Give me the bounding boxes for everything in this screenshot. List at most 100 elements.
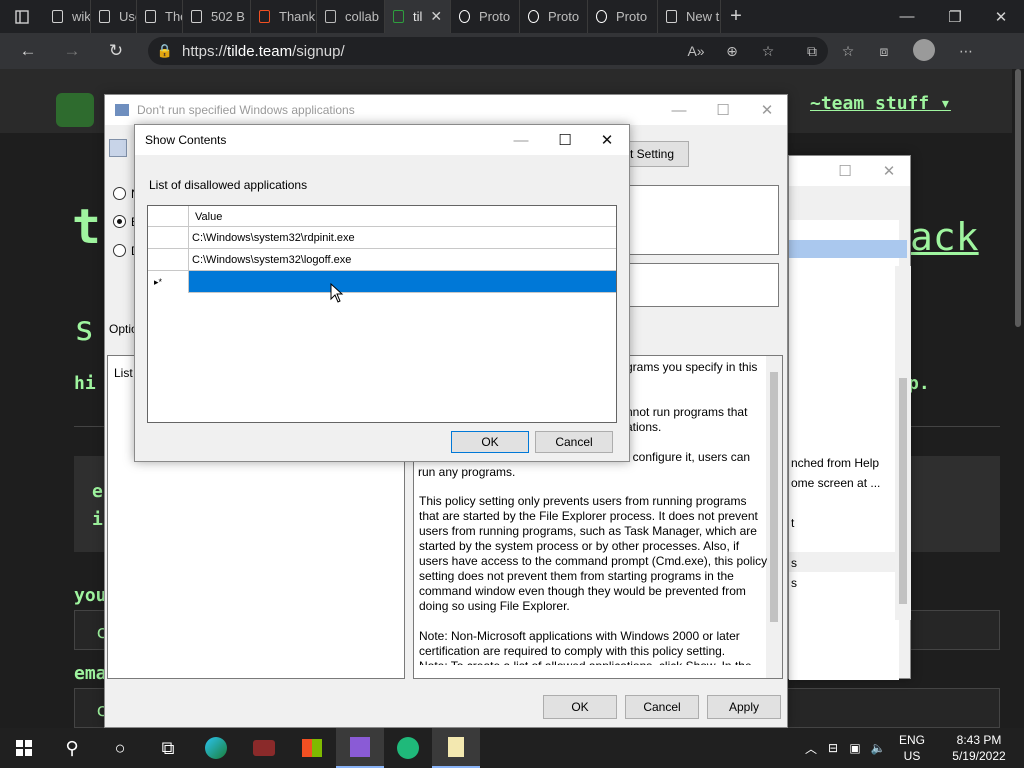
- previous-setting-button[interactable]: t Setting: [629, 141, 689, 167]
- browser-close-button[interactable]: ✕: [978, 0, 1024, 33]
- team-stuff-menu[interactable]: ~team stuff ▾: [810, 93, 951, 114]
- browser-tab[interactable]: Proto: [520, 0, 588, 33]
- background-window-scrollbar[interactable]: [895, 266, 911, 620]
- show-contents-minimize-button[interactable]: —: [499, 125, 543, 155]
- browser-minimize-button[interactable]: —: [884, 0, 930, 33]
- browser-tab[interactable]: til ✕: [385, 0, 451, 33]
- notification-center-button[interactable]: ▭ 2: [1020, 738, 1024, 758]
- background-window-selected-row[interactable]: [789, 240, 907, 258]
- show-contents-close-button[interactable]: ✕: [585, 125, 629, 155]
- language-indicator[interactable]: ENG US: [894, 732, 930, 764]
- clock[interactable]: 8:43 PM 5/19/2022: [938, 732, 1020, 764]
- task-view-icon: ⧉: [161, 737, 175, 758]
- back-button[interactable]: ←: [6, 33, 50, 69]
- policy-close-button[interactable]: ✕: [745, 95, 789, 125]
- tab-close-icon[interactable]: ✕: [430, 8, 442, 25]
- tray-chevron-icon[interactable]: ︿: [800, 740, 822, 757]
- policy-apply-button[interactable]: Apply: [707, 695, 781, 719]
- zoom-icon[interactable]: ⊕: [714, 43, 750, 60]
- tray-app-icon[interactable]: ▣: [844, 741, 866, 755]
- collections-icon[interactable]: ⧈: [866, 43, 902, 60]
- cortana-button[interactable]: ○: [96, 728, 144, 768]
- browser-tab[interactable]: Thank: [251, 0, 317, 33]
- start-button[interactable]: [0, 728, 48, 768]
- browser-tab[interactable]: Proto: [588, 0, 658, 33]
- page-icon: [189, 10, 203, 24]
- browser-tab[interactable]: 502 B: [183, 0, 251, 33]
- browser-tab[interactable]: The H: [137, 0, 183, 33]
- policy-minimize-button[interactable]: —: [657, 95, 701, 125]
- browser-tab[interactable]: User:: [91, 0, 137, 33]
- background-line-5: s: [791, 576, 797, 590]
- browser-tab[interactable]: wiki.h: [44, 0, 91, 33]
- background-line-2: ome screen at ...: [791, 476, 881, 490]
- taskbar-edge[interactable]: [192, 728, 240, 768]
- grid-column-header-value[interactable]: Value: [189, 206, 222, 227]
- browser-tab[interactable]: collab: [317, 0, 385, 33]
- grid-new-row-header[interactable]: ▸*: [148, 271, 189, 293]
- show-contents-cancel-button[interactable]: Cancel: [535, 431, 613, 453]
- forward-button[interactable]: →: [50, 33, 94, 69]
- browser-tab[interactable]: New t: [658, 0, 721, 33]
- tab-actions-button[interactable]: [0, 0, 44, 33]
- radio-not-configured[interactable]: [113, 187, 126, 200]
- grid-row-header[interactable]: [148, 249, 189, 271]
- minimize-icon: —: [513, 131, 529, 149]
- browser-tab[interactable]: Proto: [451, 0, 520, 33]
- show-contents-title: Show Contents: [145, 133, 227, 147]
- policy-maximize-button[interactable]: ☐: [701, 95, 745, 125]
- search-button[interactable]: ⚲: [48, 728, 96, 768]
- taskbar-app-red[interactable]: [240, 728, 288, 768]
- grid-new-row-cell[interactable]: [189, 271, 616, 293]
- taskbar-store[interactable]: [288, 728, 336, 768]
- taskbar-notepad[interactable]: [432, 728, 480, 768]
- user-icon: [526, 10, 540, 24]
- maximize-icon: ☐: [716, 102, 730, 119]
- help-line-4: t configure it, users can: [626, 450, 751, 464]
- new-tab-button[interactable]: +: [721, 5, 751, 28]
- page-heading-link-fragment[interactable]: ack: [910, 215, 979, 259]
- policy-setting-icon: [109, 139, 127, 157]
- background-line-3: t: [791, 516, 795, 530]
- taskbar-app-purple[interactable]: [336, 728, 384, 768]
- comment-textbox[interactable]: [629, 185, 779, 255]
- task-view-button[interactable]: ⧉: [144, 728, 192, 768]
- page-scrollbar-thumb[interactable]: [1015, 69, 1021, 327]
- browser-restore-button[interactable]: ❐: [932, 0, 978, 33]
- disallowed-apps-grid[interactable]: Value C:\Windows\system32\rdpinit.exe C:…: [147, 205, 617, 423]
- grid-row-header[interactable]: [148, 227, 189, 249]
- radio-disabled[interactable]: [113, 244, 126, 257]
- read-aloud-icon[interactable]: A»: [678, 43, 714, 59]
- show-contents-ok-button[interactable]: OK: [451, 431, 529, 453]
- show-contents-maximize-button[interactable]: ☐: [543, 125, 587, 155]
- grid-cell-value[interactable]: C:\Windows\system32\logoff.exe: [189, 249, 616, 271]
- taskbar-app-green[interactable]: [384, 728, 432, 768]
- minimize-icon: —: [899, 8, 915, 25]
- tab-bar: wiki.h User: The H 502 B Thank collab til ✕ Prot…: [0, 0, 1024, 33]
- user-icon: [457, 10, 471, 24]
- profile-avatar[interactable]: [902, 38, 946, 64]
- grid-cell-value[interactable]: C:\Windows\system32\rdpinit.exe: [189, 227, 616, 249]
- refresh-button[interactable]: ↻: [94, 33, 138, 69]
- toolbar-right-icons: ⧉ ☆ ⧈ ⋯: [794, 37, 986, 65]
- background-window-close-button[interactable]: ✕: [867, 156, 911, 186]
- favorites-icon[interactable]: ☆: [830, 43, 866, 60]
- edge-browser-icon: [205, 737, 227, 759]
- policy-ok-button[interactable]: OK: [543, 695, 617, 719]
- favorite-add-icon[interactable]: ☆: [750, 43, 786, 60]
- policy-cancel-button[interactable]: Cancel: [625, 695, 699, 719]
- background-window-scroll-thumb[interactable]: [899, 378, 907, 604]
- tray-network-icon[interactable]: ⊟: [822, 741, 844, 755]
- policy-app-icon: [115, 104, 129, 116]
- browser-tab-label: til: [413, 9, 423, 24]
- tray-volume-muted-icon[interactable]: 🔈: [866, 741, 890, 755]
- more-menu-icon[interactable]: ⋯: [946, 43, 986, 60]
- microsoft-icon: [257, 10, 271, 24]
- minimize-icon: —: [671, 101, 687, 119]
- page-scrollbar[interactable]: [1012, 69, 1024, 728]
- radio-enabled[interactable]: [113, 215, 126, 228]
- tilde-logo[interactable]: [56, 93, 94, 127]
- help-scroll-thumb[interactable]: [770, 372, 778, 622]
- extensions-icon[interactable]: ⧉: [794, 43, 830, 60]
- background-window-maximize-button[interactable]: ☐: [823, 156, 867, 186]
